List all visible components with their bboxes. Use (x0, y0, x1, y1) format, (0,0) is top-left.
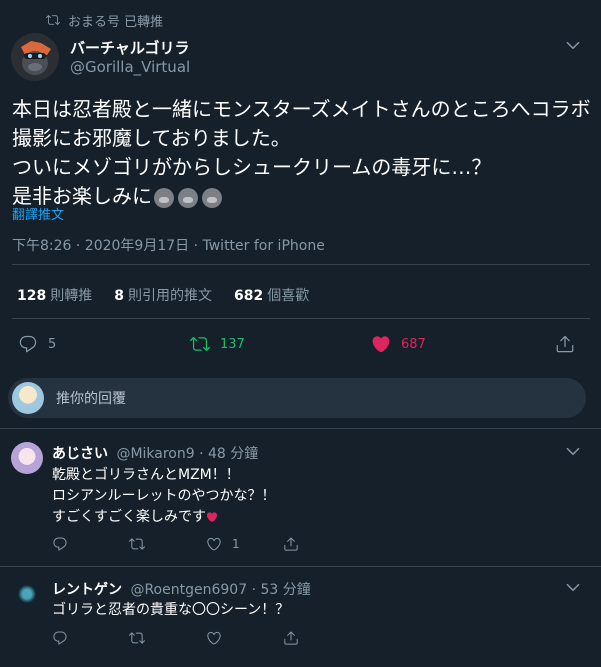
reply-retweet-button[interactable] (129, 536, 206, 552)
author-handle[interactable]: @Gorilla_Virtual (70, 58, 190, 76)
retweets-stat[interactable]: 128 則轉推 (17, 285, 92, 305)
share-icon (284, 537, 298, 551)
reply-text: 乾殿とゴリラさんとMZM！！ ロシアンルーレットのやつかな？！ すごくすごく楽し… (52, 465, 275, 528)
reply-retweet-button[interactable] (129, 630, 206, 646)
retweet-action[interactable]: 137 (190, 334, 245, 354)
heart-filled-icon (371, 334, 391, 354)
tweet-stats: 128 則轉推 8 則引用的推文 682 個喜歡 (17, 285, 309, 305)
author-avatar[interactable] (11, 33, 59, 81)
heart-outline-icon (207, 537, 221, 551)
tweet-timestamp[interactable]: 下午8:26 · 2020年9月17日 · Twitter for iPhone (12, 235, 325, 255)
reply-like-count: 1 (232, 537, 240, 551)
reply-menu-chevron-icon[interactable] (564, 578, 582, 596)
reply-menu-chevron-icon[interactable] (564, 442, 582, 460)
retweet-icon (190, 334, 210, 354)
reply-actions: 1 (52, 536, 360, 552)
share-action[interactable] (555, 334, 575, 354)
reply-composer-placeholder: 推你的回覆 (56, 391, 126, 407)
reply-author-name[interactable]: レントゲン (52, 582, 122, 598)
quotes-label: 則引用的推文 (127, 288, 212, 304)
reply-actions (52, 630, 360, 646)
retweet-count: 137 (220, 336, 245, 352)
reply-author-name[interactable]: あじさい (52, 446, 108, 462)
retweet-icon (129, 538, 145, 550)
tweet-menu-chevron-icon[interactable] (564, 36, 582, 54)
translate-tweet-link[interactable]: 翻譯推文 (12, 204, 64, 223)
reply-like-button[interactable]: 1 (206, 536, 283, 552)
share-icon (284, 631, 298, 645)
reply-action[interactable]: 5 (18, 334, 56, 354)
likes-label: 個喜歡 (267, 288, 310, 304)
likes-count: 682 (233, 288, 264, 304)
gorilla-emoji-icon (154, 187, 174, 208)
reply-text-content: 乾殿とゴリラさんとMZM！！ ロシアンルーレットのやつかな？！ すごくすごく楽し… (52, 467, 276, 525)
reply-time[interactable]: · 48 分鐘 (199, 446, 258, 462)
retweets-label: 則轉推 (50, 288, 93, 304)
retweet-icon (129, 632, 145, 644)
like-count: 687 (401, 336, 426, 352)
reply-author-avatar[interactable] (11, 578, 43, 610)
quotes-count: 8 (114, 288, 124, 304)
current-user-avatar (12, 382, 44, 414)
reply-icon (53, 537, 67, 551)
reply-share-button[interactable] (283, 536, 360, 552)
reply-share-button[interactable] (283, 630, 360, 646)
gorilla-emoji-group (154, 187, 222, 208)
reply-reply-button[interactable] (52, 536, 129, 552)
quotes-stat[interactable]: 8 則引用的推文 (114, 285, 212, 305)
reply-header: レントゲン @Roentgen6907 · 53 分鐘 (52, 579, 311, 599)
retweet-context[interactable]: おまる号 已轉推 (46, 10, 163, 30)
reply-composer[interactable]: 推你的回覆 (8, 378, 586, 418)
author-display-name[interactable]: バーチャルゴリラ (70, 37, 190, 58)
heart-outline-icon (207, 631, 221, 645)
divider (0, 566, 601, 567)
retweet-icon (46, 13, 60, 27)
reply-item[interactable]: あじさい @Mikaron9 · 48 分鐘 乾殿とゴリラさんとMZM！！ ロシ… (0, 436, 601, 566)
divider (0, 428, 601, 429)
likes-stat[interactable]: 682 個喜歡 (234, 285, 309, 305)
tweet-text-content: 本日は忍者殿と一緒にモンスターズメイトさんのところへコラボ撮影にお邪魔しておりま… (12, 97, 591, 208)
reply-author-handle[interactable]: @Roentgen6907 (130, 582, 247, 598)
reply-icon (18, 334, 38, 354)
divider (12, 264, 590, 265)
retweets-count: 128 (17, 288, 47, 304)
reply-reply-button[interactable] (52, 630, 129, 646)
reply-author-handle[interactable]: @Mikaron9 (116, 446, 194, 462)
reply-text: ゴリラと忍者の貴重な〇〇シーン！？ (52, 602, 290, 618)
reply-time[interactable]: · 53 分鐘 (252, 582, 311, 598)
divider (12, 318, 590, 319)
reply-item[interactable]: レントゲン @Roentgen6907 · 53 分鐘 ゴリラと忍者の貴重な〇〇… (0, 572, 601, 667)
gorilla-emoji-icon (202, 187, 222, 208)
gorilla-emoji-icon (178, 187, 198, 208)
tweet-text: 本日は忍者殿と一緒にモンスターズメイトさんのところへコラボ撮影にお邪魔しておりま… (12, 95, 592, 211)
like-action[interactable]: 687 (371, 334, 426, 354)
red-heart-emoji-icon (206, 511, 218, 523)
share-icon (555, 334, 575, 354)
reply-header: あじさい @Mikaron9 · 48 分鐘 (52, 443, 258, 463)
reply-count: 5 (48, 336, 57, 352)
reply-author-avatar[interactable] (11, 442, 43, 474)
reply-icon (53, 631, 67, 645)
reply-like-button[interactable] (206, 630, 283, 646)
retweet-context-text: おまる号 已轉推 (68, 14, 164, 30)
